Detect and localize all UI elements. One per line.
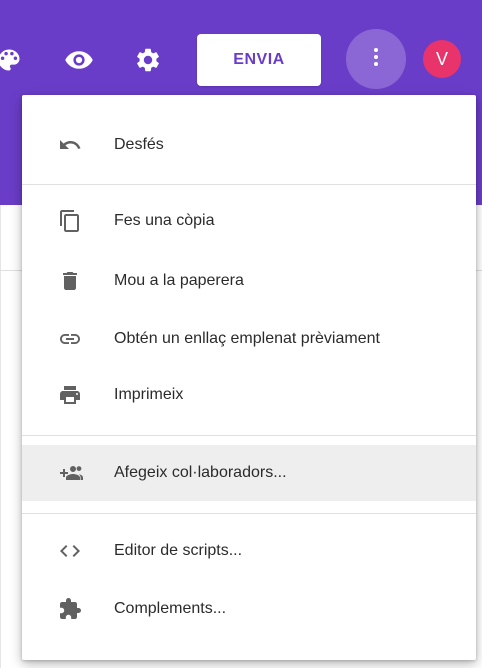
puzzle-icon [56, 595, 84, 623]
menu-item-label: Afegeix col·laboradors... [114, 464, 287, 481]
menu-item-label: Complements... [114, 600, 227, 617]
menu-item-print[interactable]: Imprimeix [22, 367, 476, 423]
menu-item-label: Fes una còpia [114, 212, 215, 229]
undo-icon [56, 131, 84, 159]
send-button[interactable]: ENVIA [197, 34, 321, 86]
more-options-button[interactable] [346, 29, 406, 89]
print-icon [56, 381, 84, 409]
menu-divider [22, 513, 476, 514]
palette-icon[interactable] [0, 45, 24, 75]
menu-divider [22, 184, 476, 185]
menu-item-addons[interactable]: Complements... [22, 581, 476, 637]
copy-icon [56, 207, 84, 235]
avatar[interactable]: V [423, 40, 461, 78]
overflow-menu: Desfés Fes una còpia Mou a la paperera O… [22, 95, 476, 660]
menu-item-copy[interactable]: Fes una còpia [22, 193, 476, 249]
menu-item-label: Desfés [114, 136, 164, 153]
gear-icon[interactable] [133, 45, 163, 75]
trash-icon [56, 267, 84, 295]
code-icon [56, 537, 84, 565]
menu-item-label: Editor de scripts... [114, 542, 243, 559]
menu-item-prefilled-link[interactable]: Obtén un enllaç emplenat prèviament [22, 311, 476, 367]
add-people-icon [56, 459, 84, 487]
menu-item-label: Mou a la paperera [114, 272, 244, 289]
surface-border [0, 205, 1, 668]
menu-item-label: Imprimeix [114, 386, 184, 403]
menu-item-undo[interactable]: Desfés [22, 117, 476, 173]
link-icon [56, 325, 84, 353]
menu-item-script-editor[interactable]: Editor de scripts... [22, 523, 476, 579]
menu-item-add-collaborators[interactable]: Afegeix col·laboradors... [22, 445, 476, 501]
menu-item-label: Obtén un enllaç emplenat prèviament [114, 330, 380, 347]
eye-icon[interactable] [64, 45, 94, 75]
more-vert-icon [364, 45, 388, 74]
menu-item-trash[interactable]: Mou a la paperera [22, 253, 476, 309]
menu-divider [22, 435, 476, 436]
